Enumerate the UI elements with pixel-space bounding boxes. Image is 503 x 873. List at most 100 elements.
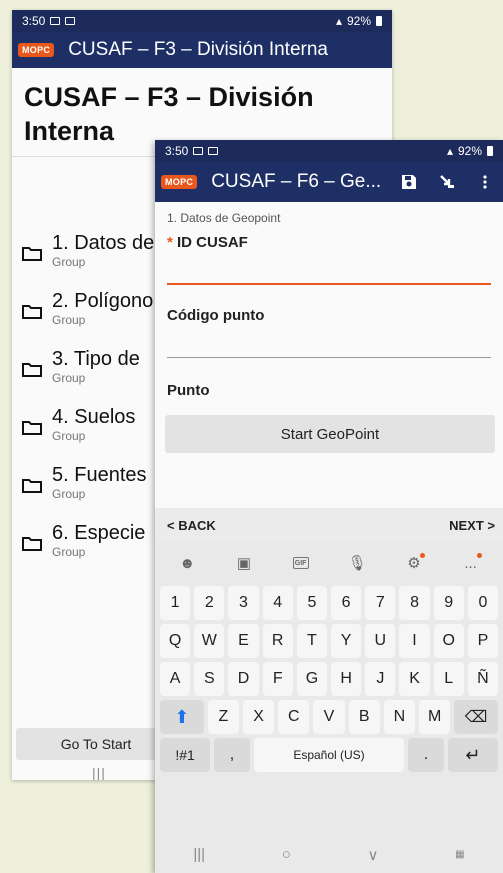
qwerty-row: Q W E R T Y U I O P (155, 622, 503, 660)
key[interactable]: 6 (331, 586, 362, 620)
key[interactable]: H (331, 662, 362, 696)
group-type: Group (52, 545, 86, 559)
video-notification-icon (208, 147, 219, 155)
codigo-punto-input[interactable] (167, 324, 491, 358)
signal-icon: ▴ (446, 144, 453, 158)
key[interactable]: P (467, 624, 499, 658)
next-button[interactable]: NEXT > (449, 518, 495, 533)
key[interactable]: V (313, 700, 345, 734)
key[interactable]: L (433, 662, 464, 696)
key[interactable]: I (399, 624, 430, 658)
key[interactable]: F (262, 662, 293, 696)
group-type: Group (52, 255, 86, 269)
key[interactable]: N (383, 700, 416, 734)
key[interactable]: 3 (228, 586, 259, 620)
group-type: Group (52, 371, 86, 385)
status-time: 3:50 (165, 144, 189, 158)
codigo-punto-label: Código punto (167, 307, 265, 324)
app-toolbar: MOPC CUSAF – F3 – División Interna (12, 32, 392, 68)
key[interactable]: K (399, 662, 430, 696)
key[interactable]: 2 (194, 586, 225, 620)
notification-dot (476, 553, 482, 558)
soft-keyboard: ☻ ▣ GIF 🎙 ⚙ ... 1 2 3 4 5 6 7 8 9 0 Q W … (155, 542, 503, 873)
back-button[interactable]: < BACK (167, 518, 216, 533)
foreground-app-screen: 3:50 ▴ 92% MOPC CUSAF – F6 – Ge... 1. Da… (155, 140, 503, 873)
key[interactable]: S (194, 662, 225, 696)
gallery-notification-icon (193, 147, 204, 155)
microphone-icon[interactable]: 🎙 (346, 552, 368, 574)
sticker-icon[interactable]: ▣ (233, 552, 255, 574)
key[interactable]: Ñ (467, 662, 499, 696)
key[interactable]: 7 (365, 586, 396, 620)
more-dots: ... (464, 554, 477, 572)
group-label: 1. Datos de (52, 232, 155, 254)
folder-icon (22, 363, 42, 377)
group-label: 5. Fuentes (52, 464, 147, 486)
folder-icon (22, 479, 42, 493)
enter-icon[interactable]: ↵ (447, 738, 499, 772)
key[interactable]: 5 (296, 586, 328, 620)
punto-label: Punto (167, 382, 210, 399)
more-icon[interactable]: ... (460, 552, 482, 574)
folder-icon (22, 247, 42, 261)
key[interactable]: Y (331, 624, 362, 658)
key[interactable]: 0 (467, 586, 499, 620)
more-options-icon[interactable] (477, 174, 493, 190)
home-button[interactable]: ○ (282, 846, 291, 863)
section-breadcrumb: 1. Datos de Geopoint (167, 211, 281, 225)
key[interactable]: G (296, 662, 328, 696)
key[interactable]: R (262, 624, 293, 658)
gallery-notification-icon (50, 17, 61, 25)
key[interactable]: A (160, 662, 191, 696)
key[interactable]: Z (207, 700, 239, 734)
folder-icon (22, 537, 42, 551)
notification-dot (419, 553, 425, 558)
status-bar: 3:50 ▴ 92% (155, 140, 503, 162)
key[interactable]: J (365, 662, 396, 696)
recent-apps-button[interactable]: ||| (193, 846, 205, 863)
key[interactable]: M (419, 700, 451, 734)
key[interactable]: D (228, 662, 259, 696)
key[interactable]: C (278, 700, 310, 734)
key[interactable]: 8 (399, 586, 430, 620)
settings-icon[interactable]: ⚙ (403, 552, 425, 574)
shift-icon[interactable]: ⬆ (160, 700, 204, 734)
key[interactable]: 1 (160, 586, 191, 620)
keyboard-switch-icon[interactable]: ▦ (455, 849, 464, 860)
start-geopoint-button[interactable]: Start GeoPoint (165, 415, 495, 453)
go-to-start-button[interactable]: Go To Start (16, 728, 176, 760)
save-icon[interactable] (401, 174, 417, 190)
home-row: A S D F G H J K L Ñ (155, 660, 503, 698)
form-navigation-bar: < BACK NEXT > (155, 508, 503, 542)
period-key[interactable]: . (408, 738, 444, 772)
key[interactable]: U (365, 624, 396, 658)
question-area: 1. Datos de Geopoint * ID CUSAF Código p… (155, 211, 503, 453)
key[interactable]: X (242, 700, 275, 734)
hide-keyboard-button[interactable]: ∨ (367, 846, 378, 864)
comma-key[interactable]: , (214, 738, 250, 772)
battery-icon (376, 16, 382, 26)
gif-icon[interactable]: GIF (292, 557, 309, 569)
key[interactable]: W (194, 624, 225, 658)
key[interactable]: B (348, 700, 380, 734)
id-cusaf-label: * ID CUSAF (167, 234, 491, 251)
emoji-icon[interactable]: ☻ (176, 552, 198, 574)
key[interactable]: 9 (433, 586, 464, 620)
group-type: Group (52, 313, 86, 327)
key[interactable]: 4 (262, 586, 293, 620)
jump-icon[interactable] (439, 174, 455, 190)
key[interactable]: E (228, 624, 259, 658)
toolbar-title: CUSAF – F6 – Ge... (211, 171, 382, 192)
backspace-icon[interactable]: ⌫ (454, 700, 498, 734)
space-key[interactable]: Español (US) (253, 738, 405, 772)
symbols-key[interactable]: !#1 (160, 738, 211, 772)
id-cusaf-text: ID CUSAF (177, 234, 248, 251)
recent-apps-button[interactable]: ||| (92, 765, 106, 780)
key[interactable]: Q (160, 624, 191, 658)
key[interactable]: O (433, 624, 464, 658)
mopc-logo: MOPC (18, 43, 55, 57)
key[interactable]: T (296, 624, 328, 658)
id-cusaf-input[interactable] (167, 251, 491, 285)
required-mark: * (167, 234, 173, 251)
mopc-logo: MOPC (161, 175, 198, 189)
